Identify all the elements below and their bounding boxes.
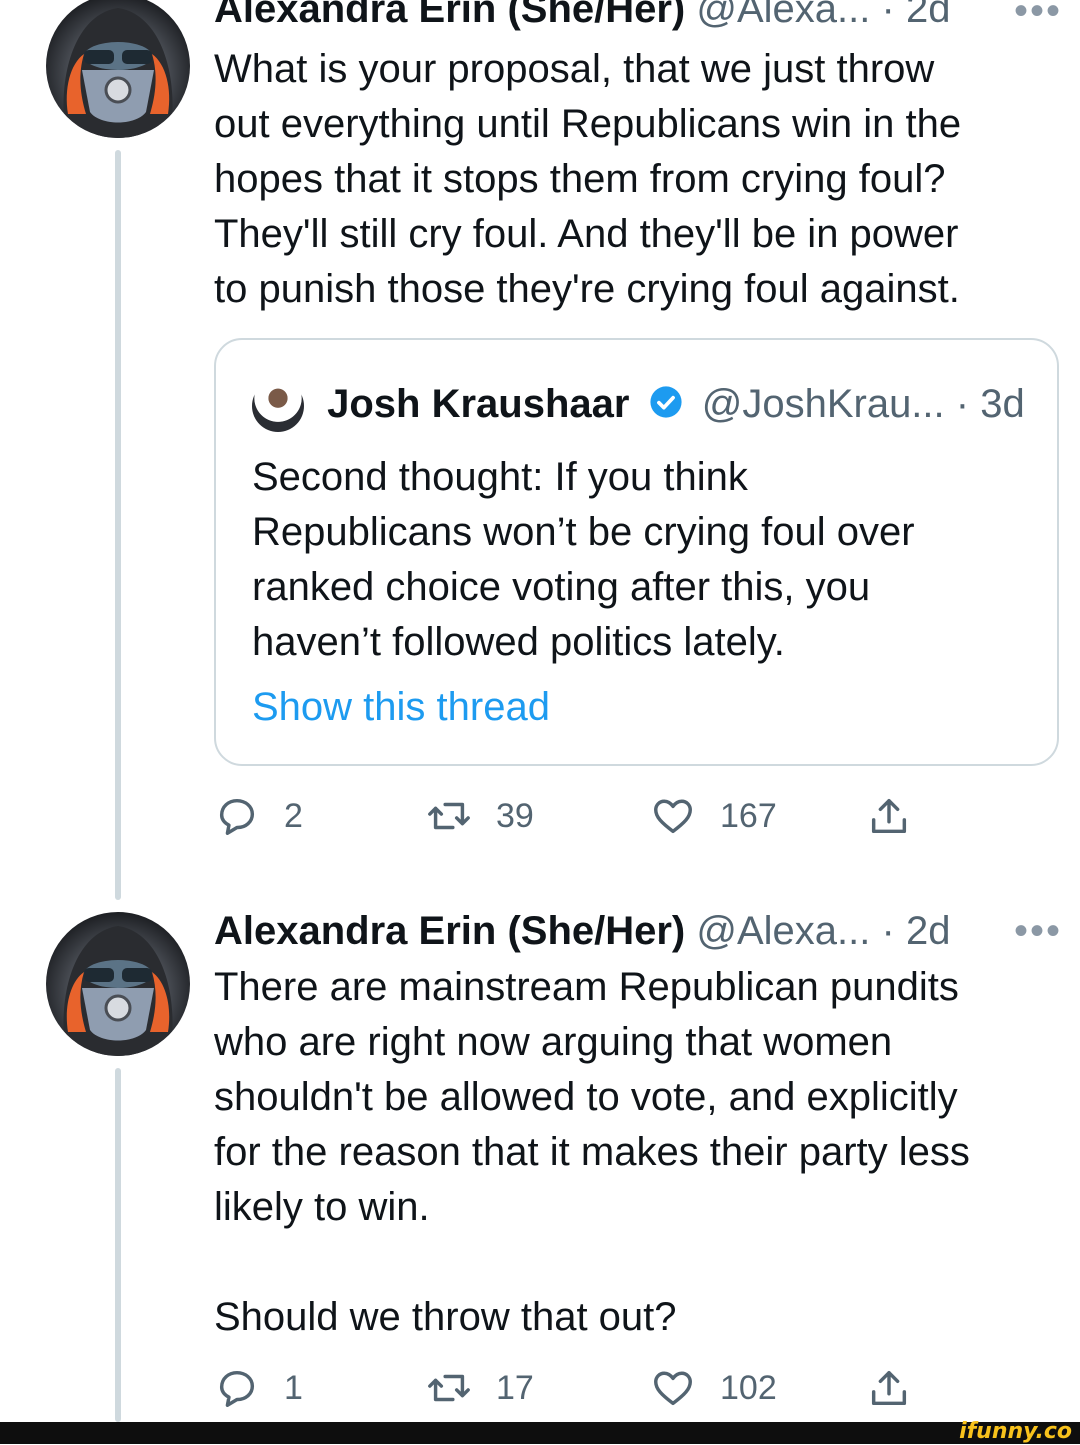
- tweet-actions: 2 39 167: [214, 786, 934, 846]
- quoted-tweet-text: Second thought: If you think Republicans…: [252, 455, 915, 664]
- quoted-tweet[interactable]: Josh Kraushaar @JoshKrau... · 3d Second …: [214, 338, 1059, 766]
- quoted-author-handle[interactable]: @JoshKrau...: [702, 382, 945, 426]
- reply-icon: [219, 1370, 255, 1407]
- thread-line: [115, 1068, 121, 1422]
- share-button[interactable]: [866, 1358, 936, 1418]
- like-button[interactable]: 167: [650, 786, 777, 846]
- tweet-text: There are mainstream Republican pundits …: [214, 965, 970, 1339]
- avatar[interactable]: [46, 0, 190, 138]
- tweet-text: What is your proposal, that we just thro…: [214, 47, 962, 311]
- author-handle[interactable]: @Alexa...: [696, 909, 870, 953]
- quoted-author-avatar: [252, 380, 304, 433]
- reply-button[interactable]: 2: [214, 786, 303, 846]
- share-button[interactable]: [866, 786, 936, 846]
- quoted-author-name[interactable]: Josh Kraushaar: [327, 382, 629, 426]
- retweet-icon: [428, 1374, 470, 1402]
- share-icon: [871, 798, 907, 834]
- like-count: 102: [720, 1368, 777, 1407]
- reply-count: 2: [284, 796, 303, 835]
- retweet-button[interactable]: 39: [426, 786, 534, 846]
- verified-badge-icon: [649, 380, 683, 432]
- tweet-2[interactable]: Alexandra Erin (She/Her) @Alexa... · 2d …: [0, 900, 1080, 1422]
- heart-icon: [654, 1371, 692, 1406]
- avatar[interactable]: [46, 912, 190, 1056]
- more-options-icon[interactable]: •••: [1014, 911, 1062, 951]
- like-count: 167: [720, 796, 777, 835]
- author-handle[interactable]: @Alexa...: [696, 0, 870, 31]
- more-options-icon[interactable]: •••: [1014, 0, 1062, 31]
- reply-icon: [219, 798, 255, 835]
- retweet-icon: [428, 802, 470, 830]
- tweet-time[interactable]: · 2d: [882, 0, 951, 31]
- retweet-count: 39: [496, 796, 534, 835]
- tweet-time[interactable]: · 2d: [882, 909, 951, 953]
- reply-count: 1: [284, 1368, 303, 1407]
- watermark-bar: ifunny.co: [0, 1419, 1080, 1444]
- tweet-actions: 1 17 102: [214, 1358, 934, 1418]
- thread-line: [115, 150, 121, 900]
- heart-icon: [654, 799, 692, 834]
- author-name[interactable]: Alexandra Erin (She/Her): [214, 909, 685, 953]
- author-name[interactable]: Alexandra Erin (She/Her): [214, 0, 685, 31]
- quoted-tweet-time[interactable]: · 3d: [956, 382, 1025, 426]
- tweet-header: Alexandra Erin (She/Her) @Alexa... · 2d: [214, 0, 950, 34]
- retweet-button[interactable]: 17: [426, 1358, 534, 1418]
- retweet-count: 17: [496, 1368, 534, 1407]
- reply-button[interactable]: 1: [214, 1358, 303, 1418]
- ifunny-watermark: ifunny.co: [959, 1419, 1072, 1444]
- show-thread-link[interactable]: Show this thread: [252, 680, 550, 735]
- tweet-header: Alexandra Erin (She/Her) @Alexa... · 2d: [214, 906, 950, 956]
- like-button[interactable]: 102: [650, 1358, 777, 1418]
- share-icon: [871, 1370, 907, 1406]
- tweet-1[interactable]: Alexandra Erin (She/Her) @Alexa... · 2d …: [0, 0, 1080, 900]
- quoted-tweet-header: Josh Kraushaar @JoshKrau... · 3d: [252, 378, 1025, 433]
